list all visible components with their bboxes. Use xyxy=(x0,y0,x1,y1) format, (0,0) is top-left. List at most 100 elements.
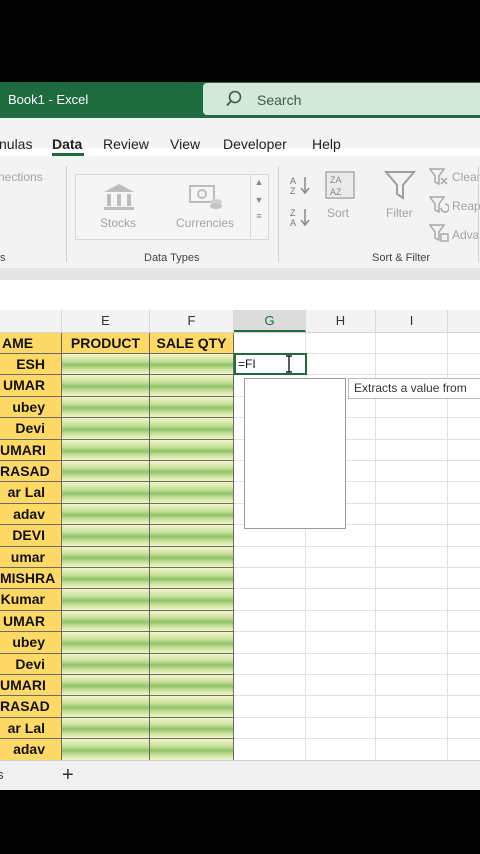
empty-cell[interactable] xyxy=(376,354,448,376)
sale-qty-cell[interactable] xyxy=(150,461,234,483)
sale-qty-cell[interactable] xyxy=(150,396,234,419)
sale-qty-cell[interactable] xyxy=(150,739,234,760)
name-cell[interactable]: UMAR xyxy=(0,375,62,397)
product-cell[interactable] xyxy=(62,546,150,568)
name-cell[interactable]: ubey xyxy=(0,632,62,654)
empty-cell[interactable] xyxy=(376,439,448,461)
sort-za-icon[interactable]: Z A xyxy=(290,206,312,228)
empty-cell[interactable] xyxy=(234,568,306,590)
name-cell[interactable]: RASAD xyxy=(0,461,62,483)
currencies-button[interactable]: Currencies xyxy=(176,216,234,230)
empty-cell[interactable] xyxy=(376,632,448,654)
empty-cell[interactable] xyxy=(306,333,376,354)
sale-qty-cell[interactable] xyxy=(150,717,234,740)
gallery-scroll[interactable]: ▲ ▼ ≡ xyxy=(250,174,267,238)
sale-qty-cell[interactable] xyxy=(150,610,234,633)
sale-qty-cell[interactable] xyxy=(150,503,234,526)
product-cell[interactable] xyxy=(62,568,150,590)
empty-cell[interactable] xyxy=(376,418,448,440)
empty-cell[interactable] xyxy=(448,632,480,654)
worksheet-grid[interactable]: E F G H I AME PRODUCT SALE QTY ESH UMAR ub… xyxy=(0,310,480,760)
name-cell[interactable]: Devi xyxy=(0,418,62,440)
product-cell[interactable] xyxy=(62,589,150,611)
name-cell[interactable]: RASAD xyxy=(0,696,62,718)
column-header-g[interactable]: G xyxy=(234,310,306,332)
empty-cell[interactable] xyxy=(306,739,376,760)
name-cell[interactable]: MISHRA xyxy=(0,568,62,590)
header-product-cell[interactable]: PRODUCT xyxy=(62,333,150,354)
name-cell[interactable]: UMAR xyxy=(0,610,62,633)
empty-cell[interactable] xyxy=(376,696,448,718)
add-sheet-button[interactable]: + xyxy=(62,764,74,787)
sale-qty-cell[interactable] xyxy=(150,696,234,718)
header-name-cell[interactable]: AME xyxy=(0,333,62,354)
empty-cell[interactable] xyxy=(376,525,448,547)
empty-cell[interactable] xyxy=(448,654,480,675)
empty-cell[interactable] xyxy=(376,546,448,568)
column-header-e[interactable]: E xyxy=(62,310,150,332)
empty-cell[interactable] xyxy=(376,653,448,675)
sale-qty-cell[interactable] xyxy=(150,546,234,568)
sort-dialog-icon[interactable]: ZA AZ xyxy=(324,170,356,200)
empty-cell[interactable] xyxy=(448,611,480,633)
product-cell[interactable] xyxy=(62,354,150,376)
product-cell[interactable] xyxy=(62,675,150,697)
empty-cell[interactable] xyxy=(306,696,376,718)
empty-cell[interactable] xyxy=(448,547,480,568)
empty-cell[interactable] xyxy=(234,696,306,718)
empty-cell[interactable] xyxy=(306,610,376,633)
empty-cell[interactable] xyxy=(448,739,480,760)
column-header-h[interactable]: H xyxy=(306,310,376,332)
empty-cell[interactable] xyxy=(448,482,480,504)
product-cell[interactable] xyxy=(62,610,150,633)
sale-qty-cell[interactable] xyxy=(150,525,234,547)
sheet-tab-partial[interactable]: s xyxy=(0,767,4,782)
empty-cell[interactable] xyxy=(448,696,480,718)
empty-cell[interactable] xyxy=(448,589,480,611)
product-cell[interactable] xyxy=(62,396,150,419)
empty-cell[interactable] xyxy=(448,568,480,590)
empty-cell[interactable] xyxy=(306,546,376,568)
empty-cell[interactable] xyxy=(376,589,448,611)
empty-cell[interactable] xyxy=(234,333,306,354)
connections-button[interactable]: nections xyxy=(0,170,43,184)
empty-cell[interactable] xyxy=(234,739,306,760)
empty-cell[interactable] xyxy=(448,504,480,526)
filter-icon[interactable] xyxy=(384,170,416,200)
sale-qty-cell[interactable] xyxy=(150,568,234,590)
sort-button[interactable]: Sort xyxy=(327,206,349,220)
sale-qty-cell[interactable] xyxy=(150,482,234,504)
product-cell[interactable] xyxy=(62,418,150,440)
empty-cell[interactable] xyxy=(448,440,480,461)
empty-cell[interactable] xyxy=(234,589,306,611)
product-cell[interactable] xyxy=(62,739,150,760)
empty-cell[interactable] xyxy=(448,397,480,419)
reapply-button[interactable]: Reap xyxy=(452,199,480,213)
name-cell[interactable]: Kumar xyxy=(0,589,62,611)
sale-qty-cell[interactable] xyxy=(150,375,234,397)
empty-cell[interactable] xyxy=(448,675,480,697)
sale-qty-cell[interactable] xyxy=(150,354,234,376)
product-cell[interactable] xyxy=(62,632,150,654)
empty-cell[interactable] xyxy=(376,503,448,526)
name-cell[interactable]: UMARI xyxy=(0,675,62,697)
product-cell[interactable] xyxy=(62,375,150,397)
empty-cell[interactable] xyxy=(234,610,306,633)
product-cell[interactable] xyxy=(62,696,150,718)
name-cell[interactable]: umar xyxy=(0,546,62,568)
empty-cell[interactable] xyxy=(306,589,376,611)
empty-cell[interactable] xyxy=(448,525,480,547)
tab-formulas[interactable]: nulas xyxy=(0,136,32,152)
empty-cell[interactable] xyxy=(234,653,306,675)
empty-cell[interactable] xyxy=(448,418,480,440)
tab-help[interactable]: Help xyxy=(312,136,341,152)
search-box[interactable]: Search xyxy=(203,83,480,115)
filter-button[interactable]: Filter xyxy=(386,206,413,220)
empty-cell[interactable] xyxy=(234,717,306,740)
product-cell[interactable] xyxy=(62,525,150,547)
product-cell[interactable] xyxy=(62,461,150,483)
empty-cell[interactable] xyxy=(234,546,306,568)
column-header-d[interactable] xyxy=(0,310,62,332)
column-header-f[interactable]: F xyxy=(150,310,234,332)
empty-cell[interactable] xyxy=(306,653,376,675)
